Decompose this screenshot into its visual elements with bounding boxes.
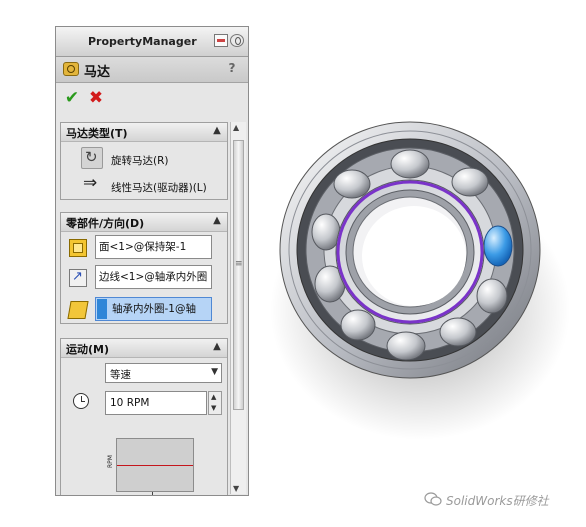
speed-input[interactable]: 10 RPM <box>105 391 207 415</box>
motor-location-row: 面<1>@保持架-1 <box>69 235 227 261</box>
motor-direction-row: 边线<1>@轴承内外圈 <box>69 265 227 291</box>
motor-type-header[interactable]: 马达类型(T) ▲ <box>61 123 227 142</box>
component-direction-header[interactable]: 零部件/方向(D) ▲ <box>61 213 227 232</box>
rotary-motor-label: 旋转马达(R) <box>111 155 169 167</box>
face-icon <box>69 239 87 257</box>
feature-title: 马达 <box>84 65 111 80</box>
linear-motor-label: 线性马达(驱动器)(L) <box>111 182 207 194</box>
scroll-up-icon[interactable]: ▲ <box>233 123 239 132</box>
rotary-motor-icon <box>81 147 103 169</box>
speed-stepper[interactable]: ▲ ▼ <box>208 391 222 415</box>
motion-function-value: 等速 <box>110 369 131 381</box>
speed-profile-line <box>117 465 193 466</box>
chevron-down-icon: ▼ <box>211 367 218 377</box>
stepper-down-icon[interactable]: ▼ <box>211 404 216 412</box>
motion-function-select[interactable]: 等速 ▼ <box>105 363 222 383</box>
reverse-direction-icon[interactable] <box>69 269 87 287</box>
motor-location-field[interactable]: 面<1>@保持架-1 <box>95 235 212 259</box>
speed-value: 10 RPM <box>110 397 150 409</box>
scroll-down-icon[interactable]: ▼ <box>233 484 239 493</box>
graph-x-tick <box>152 492 153 495</box>
bearing-model <box>270 121 570 440</box>
motor-type-group: 马达类型(T) ▲ 旋转马达(R) 线性马达(驱动器)(L) <box>60 122 228 200</box>
stepper-up-icon[interactable]: ▲ <box>211 393 216 401</box>
help-button[interactable]: ? <box>224 61 240 77</box>
graph-y-label: RPM <box>106 455 114 468</box>
feature-title-bar: 马达 ? <box>56 57 248 83</box>
collapse-icon[interactable]: ▲ <box>211 340 223 354</box>
component-to-move-field[interactable]: 轴承内外圈-1@轴 <box>95 297 212 321</box>
component-icon <box>67 301 89 319</box>
cancel-button[interactable]: ✖ <box>87 89 105 107</box>
ok-button[interactable]: ✔ <box>63 89 81 107</box>
property-manager-title: PropertyManager <box>88 35 197 48</box>
component-direction-label: 零部件/方向(D) <box>66 217 145 230</box>
motion-label: 运动(M) <box>66 343 110 356</box>
motion-group: 运动(M) ▲ 等速 ▼ 10 RPM ▲ ▼ RPM <box>60 338 228 495</box>
motion-profile-graph: RPM <box>107 438 194 495</box>
collapse-icon[interactable]: ▲ <box>211 124 223 138</box>
property-manager-panel: PropertyManager 马达 ? ✔ ✖ 马达类型(T) ▲ 旋转马达(… <box>55 26 249 496</box>
scroll-thumb[interactable] <box>233 140 244 410</box>
linear-motor-icon <box>81 173 103 196</box>
motor-type-label: 马达类型(T) <box>66 127 128 140</box>
display-options-icon[interactable] <box>214 34 228 47</box>
motor-icon <box>63 62 79 76</box>
watermark-text: SolidWorks研修社 <box>446 494 549 508</box>
motor-direction-field[interactable]: 边线<1>@轴承内外圈 <box>95 265 212 289</box>
pin-icon[interactable] <box>230 34 244 47</box>
clock-icon <box>73 393 89 409</box>
panel-scrollbar[interactable]: ▲ ▼ <box>230 122 246 494</box>
property-manager-header: PropertyManager <box>56 27 248 57</box>
collapse-icon[interactable]: ▲ <box>211 214 223 228</box>
wechat-icon <box>424 492 442 506</box>
graphics-viewport[interactable] <box>270 100 586 480</box>
component-direction-group: 零部件/方向(D) ▲ 面<1>@保持架-1 边线<1>@轴承内外圈 轴承内外圈… <box>60 212 228 324</box>
motion-header[interactable]: 运动(M) ▲ <box>61 339 227 358</box>
component-to-move-row: 轴承内外圈-1@轴 <box>67 297 227 323</box>
